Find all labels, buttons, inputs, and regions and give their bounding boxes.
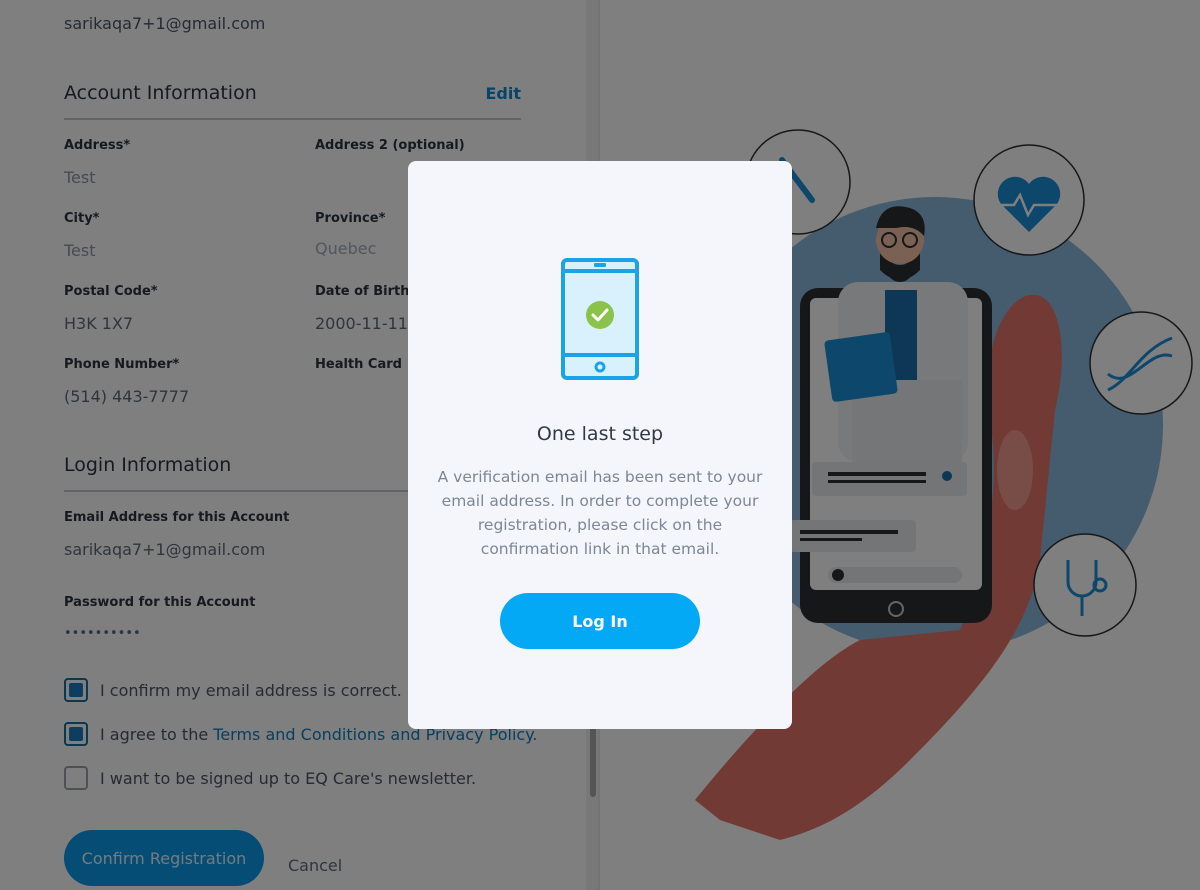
verification-modal: One last step A verification email has b… bbox=[408, 161, 792, 729]
check-circle bbox=[586, 301, 614, 329]
modal-title: One last step bbox=[536, 423, 664, 445]
phone-check-icon bbox=[561, 258, 639, 380]
modal-message-line: A verification email has been sent to yo… bbox=[437, 468, 763, 486]
modal-message: A verification email has been sent to yo… bbox=[436, 465, 764, 561]
log-in-button[interactable]: Log In bbox=[500, 593, 700, 649]
phone-speaker bbox=[594, 263, 606, 267]
modal-message-line: registration, please click on the bbox=[477, 516, 723, 534]
modal-message-line: email address. In order to complete your bbox=[441, 492, 759, 510]
modal-message-line: confirmation link in that email. bbox=[480, 540, 720, 558]
